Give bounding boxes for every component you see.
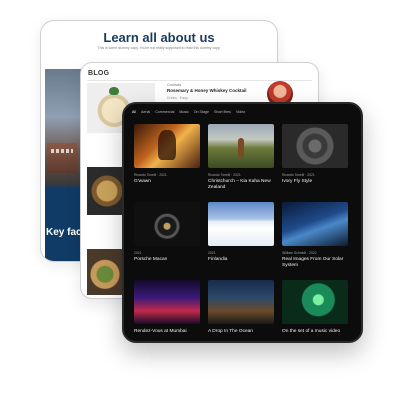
video-tile[interactable]: A Drop In The Ocean: [208, 280, 274, 335]
post-title[interactable]: Rosemary & Honey Whiskey Cocktail: [167, 88, 247, 93]
post-category[interactable]: Cocktails: [167, 83, 181, 87]
video-tile[interactable]: William Schmidt · 2022 Real Images From …: [282, 202, 348, 269]
video-tile[interactable]: Ricardo Tonelli · 2021 Christchurch – Ki…: [208, 124, 274, 191]
video-title[interactable]: A Drop In The Ocean: [208, 329, 274, 335]
video-meta: William Schmidt · 2022: [282, 251, 317, 255]
video-title[interactable]: On the set of a music video: [282, 329, 348, 335]
video-thumbnail[interactable]: [134, 124, 200, 168]
video-meta: Ricardo Tonelli · 2021: [134, 173, 167, 177]
video-tile[interactable]: Rendez-Vous at Mumbai: [134, 280, 200, 335]
tab-aerial[interactable]: Aerial: [141, 110, 150, 114]
video-thumbnail[interactable]: [282, 202, 348, 246]
post-meta: Drinks · Easy: [167, 96, 188, 100]
video-title[interactable]: Real Images From Our Solar System: [282, 257, 348, 269]
video-meta: Ricardo Tonelli · 2021: [282, 173, 315, 177]
video-title[interactable]: Christchurch – Kia Kaha New Zealand: [208, 179, 274, 191]
video-tile[interactable]: Ricardo Tonelli · 2021 Ivory Fly Style: [282, 124, 348, 185]
tab-music[interactable]: Music: [179, 110, 188, 114]
video-meta: 2021: [134, 251, 142, 255]
video-thumbnail[interactable]: [208, 124, 274, 168]
video-tile[interactable]: On the set of a music video: [282, 280, 348, 335]
food-image[interactable]: [87, 167, 127, 215]
video-meta: 2021: [208, 251, 216, 255]
video-tile[interactable]: Ricardo Tonelli · 2021 G'wawn: [134, 124, 200, 185]
learn-title: Learn all about us: [103, 30, 215, 45]
video-thumbnail[interactable]: [208, 280, 274, 324]
tab-commercial[interactable]: Commercial: [155, 110, 174, 114]
video-title[interactable]: Finlandia: [208, 257, 274, 263]
video-title[interactable]: Rendez-Vous at Mumbai: [134, 329, 200, 335]
video-gallery-card: All Aerial Commercial Music On Stage Sho…: [122, 102, 363, 343]
video-thumbnail[interactable]: [208, 202, 274, 246]
video-thumbnail[interactable]: [282, 280, 348, 324]
blog-heading: BLOG: [88, 70, 110, 77]
video-thumbnail[interactable]: [282, 124, 348, 168]
food-image[interactable]: [87, 249, 127, 295]
video-tile[interactable]: 2021 Porsche Macan: [134, 202, 200, 263]
video-title[interactable]: Porsche Macan: [134, 257, 200, 263]
video-tile[interactable]: 2021 Finlandia: [208, 202, 274, 263]
filter-tabs: All Aerial Commercial Music On Stage Sho…: [132, 110, 245, 114]
video-meta: Ricardo Tonelli · 2021: [208, 173, 241, 177]
tab-on-stage[interactable]: On Stage: [194, 110, 209, 114]
learn-subtitle: This is some dummy copy. You're not real…: [97, 46, 221, 50]
tab-video[interactable]: Video: [236, 110, 245, 114]
tab-short-films[interactable]: Short films: [214, 110, 231, 114]
video-thumbnail[interactable]: [134, 280, 200, 324]
video-title[interactable]: Ivory Fly Style: [282, 179, 348, 185]
tab-all[interactable]: All: [132, 110, 136, 114]
key-facts-heading: Key facts about our university: [46, 227, 189, 238]
video-title[interactable]: G'wawn: [134, 179, 200, 185]
video-thumbnail[interactable]: [134, 202, 200, 246]
